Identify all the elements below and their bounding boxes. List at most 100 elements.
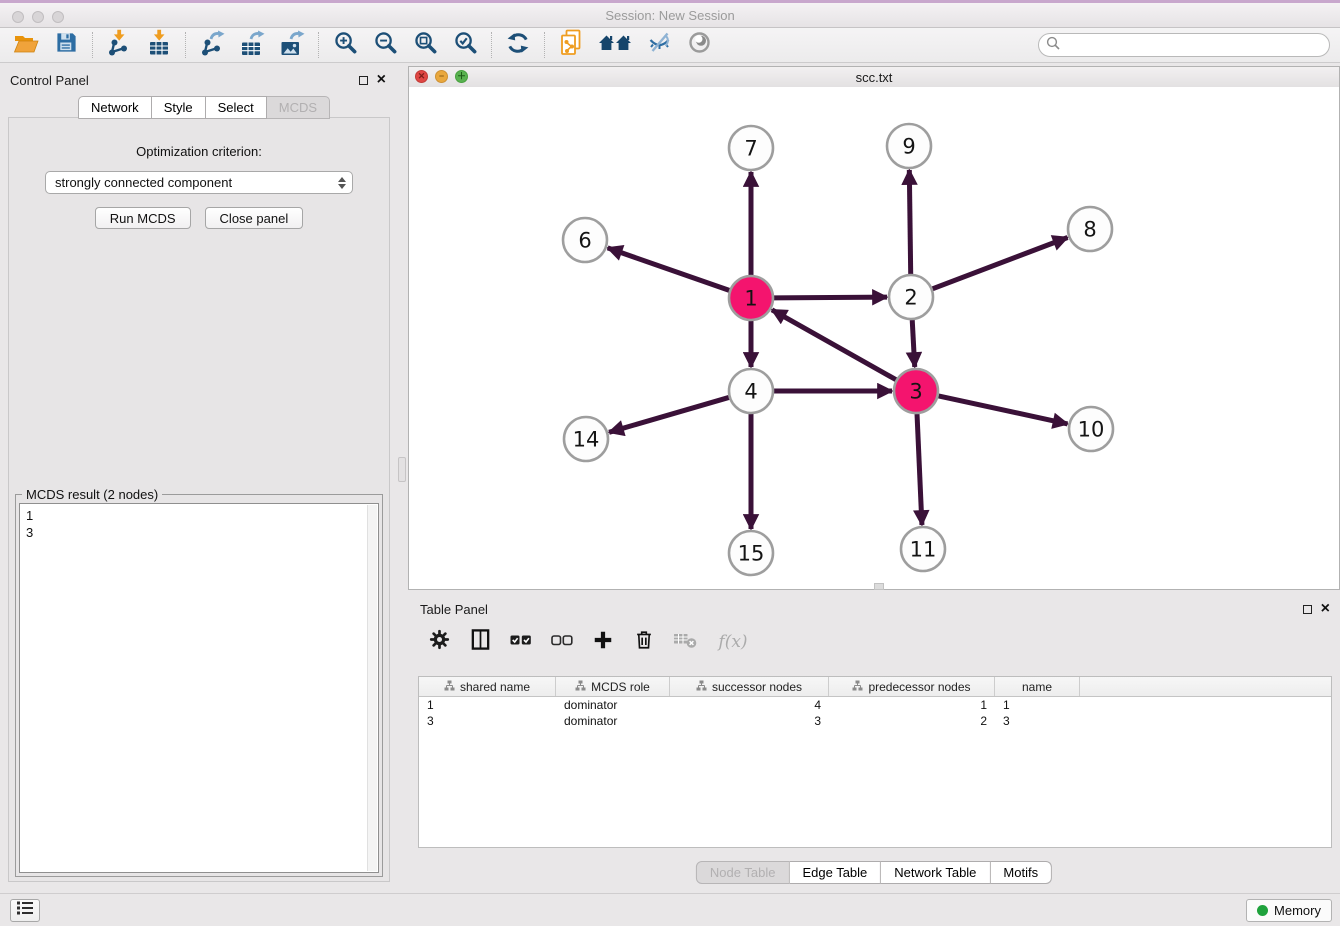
save-session-button[interactable] [50,30,82,60]
delete-column-button[interactable] [631,629,657,655]
zoom-in-icon [333,30,358,60]
graph-node-4[interactable]: 4 [729,369,773,413]
export-image-button[interactable] [276,30,308,60]
float-table-panel-icon[interactable] [1303,605,1312,614]
svg-text:8: 8 [1083,218,1096,242]
table-cell[interactable]: 4 [670,698,829,712]
network-resize-grip[interactable] [874,583,884,590]
node-table[interactable]: shared nameMCDS rolesuccessor nodesprede… [418,676,1332,848]
network-window-titlebar[interactable]: ✕ − ＋ scc.txt [409,67,1339,88]
graph-node-3[interactable]: 3 [894,369,938,413]
graph-node-7[interactable]: 7 [729,126,773,170]
import-table-button[interactable] [143,30,175,60]
toolbar-separator [318,32,320,58]
graph-edge-1-6[interactable] [608,248,730,290]
table-cell[interactable]: 3 [670,714,829,728]
tab-edge-table[interactable]: Edge Table [789,861,881,884]
graph-node-11[interactable]: 11 [901,527,945,571]
column-header[interactable]: shared name [419,677,556,696]
zoom-fit-icon [413,30,438,60]
close-panel-button[interactable]: Close panel [205,207,304,229]
table-cell[interactable]: dominator [556,698,670,712]
table-cell[interactable]: 1 [995,698,1080,712]
graph-node-10[interactable]: 10 [1069,407,1113,451]
task-history-button[interactable] [10,899,40,922]
column-header[interactable]: successor nodes [670,677,829,696]
svg-text:6: 6 [578,229,591,253]
clone-network-button[interactable] [555,30,587,60]
table-cell[interactable]: 3 [995,714,1080,728]
deselect-all-rows-button[interactable] [549,629,575,655]
column-header[interactable]: MCDS role [556,677,670,696]
import-network-button[interactable] [103,30,135,60]
graph-edge-2-3[interactable] [912,320,915,367]
toggle-column-pane-button[interactable] [467,629,493,655]
column-tree-icon [575,680,586,694]
graph-node-9[interactable]: 9 [887,124,931,168]
tab-motifs[interactable]: Motifs [990,861,1052,884]
mcds-panel: Optimization criterion: strongly connect… [8,117,390,882]
zoom-in-button[interactable] [329,30,361,60]
graph-edge-3-11[interactable] [917,414,922,525]
criterion-dropdown[interactable]: strongly connected component [45,171,353,194]
graph-edge-2-8[interactable] [933,238,1068,289]
search-input[interactable] [1064,35,1329,55]
table-settings-button[interactable] [426,629,452,655]
panel-splitter-handle[interactable] [398,457,406,482]
column-header[interactable]: predecessor nodes [829,677,995,696]
graph-node-6[interactable]: 6 [563,218,607,262]
select-all-rows-button[interactable] [508,629,534,655]
tab-style[interactable]: Style [152,96,206,119]
memory-button[interactable]: Memory [1246,899,1332,922]
table-cell[interactable]: 2 [829,714,995,728]
zoom-selected-button[interactable] [449,30,481,60]
show-graphics-details-button[interactable] [683,30,715,60]
graph-node-1[interactable]: 1 [729,276,773,320]
table-cell[interactable]: 3 [419,714,556,728]
tab-select[interactable]: Select [206,96,267,119]
function-builder-button[interactable]: f(x) [713,629,753,655]
column-header[interactable]: name [995,677,1080,696]
graph-node-15[interactable]: 15 [729,531,773,575]
session-home-button[interactable] [595,30,635,60]
graph-node-14[interactable]: 14 [564,417,608,461]
graph-edge-4-14[interactable] [609,397,729,432]
export-network-button[interactable] [196,30,228,60]
eye-slash-icon [647,30,672,60]
graph-edge-3-1[interactable] [772,310,896,380]
zoom-out-button[interactable] [369,30,401,60]
graph-edge-1-2[interactable] [774,297,887,298]
zoom-fit-button[interactable] [409,30,441,60]
float-panel-icon[interactable] [359,76,368,85]
create-column-button[interactable] [590,629,616,655]
svg-text:14: 14 [573,428,600,452]
graph-node-8[interactable]: 8 [1068,207,1112,251]
table-cell[interactable]: 1 [829,698,995,712]
close-table-panel-icon[interactable]: × [1321,604,1330,614]
table-row[interactable]: 1dominator411 [419,697,1331,713]
table-row[interactable]: 3dominator323 [419,713,1331,729]
criterion-value: strongly connected component [55,175,232,190]
close-panel-icon[interactable]: × [377,75,386,85]
tab-node-table[interactable]: Node Table [696,861,790,884]
graph-edge-3-10[interactable] [938,396,1067,424]
graph-node-2[interactable]: 2 [889,275,933,319]
svg-text:3: 3 [909,380,922,404]
table-cell[interactable]: dominator [556,714,670,728]
apply-layout-button[interactable] [502,30,534,60]
open-session-button[interactable] [10,30,42,60]
table-cell[interactable]: 1 [419,698,556,712]
run-mcds-button[interactable]: Run MCDS [95,207,191,229]
delete-table-button[interactable] [672,629,698,655]
tab-mcds[interactable]: MCDS [267,96,330,119]
tab-network-table[interactable]: Network Table [881,861,990,884]
tab-network[interactable]: Network [78,96,152,119]
export-table-button[interactable] [236,30,268,60]
result-scrollbar[interactable] [367,505,377,871]
search-box[interactable] [1038,33,1330,57]
graph-edge-2-9[interactable] [909,170,910,274]
hide-graphics-details-button[interactable] [643,30,675,60]
network-canvas[interactable]: 7 9 6 8 1 2 4 3 14 10 15 11 [409,87,1339,589]
delete-table-icon [673,629,698,656]
mcds-result-textarea[interactable]: 1 3 [19,503,379,873]
